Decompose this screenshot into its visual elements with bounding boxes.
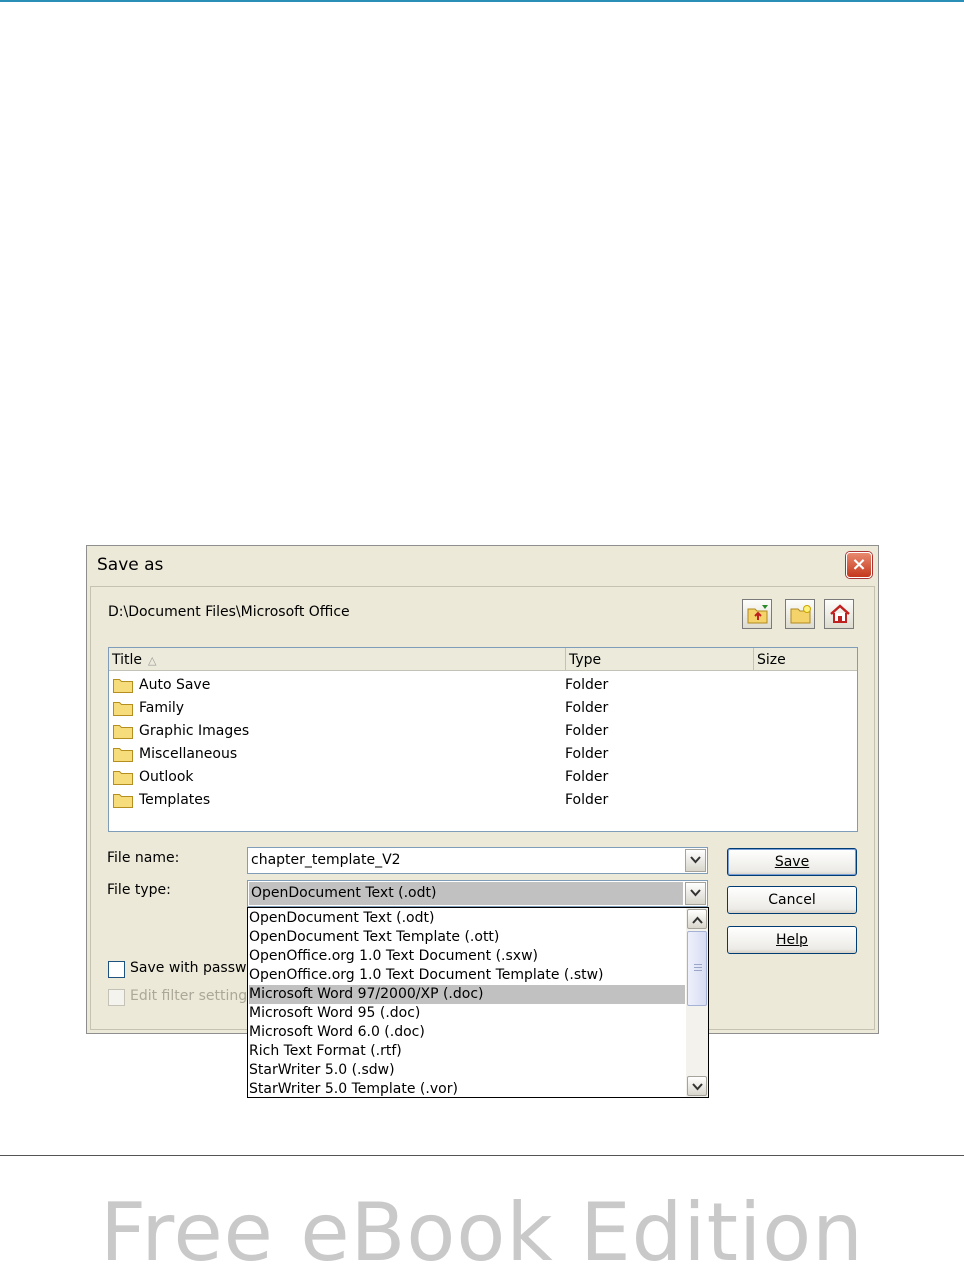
watermark-text: Free eBook Edition — [100, 1186, 864, 1279]
chevron-down-icon — [692, 1083, 703, 1091]
save-with-password-checkbox[interactable] — [108, 961, 125, 978]
scroll-up-button[interactable] — [687, 909, 707, 929]
edit-filter-settings-checkbox — [108, 989, 125, 1006]
file-row[interactable]: Templates Folder — [113, 789, 853, 812]
scroll-thumb[interactable] — [687, 931, 707, 1006]
close-icon: × — [851, 554, 867, 575]
folder-icon — [113, 725, 133, 739]
file-row-name: Miscellaneous — [139, 746, 238, 762]
file-type-value[interactable]: OpenDocument Text (.odt) — [249, 882, 683, 905]
file-row-type: Folder — [565, 792, 609, 808]
file-type-dropdown-list[interactable]: OpenDocument Text (.odt) OpenDocument Tex… — [247, 907, 709, 1098]
file-name-value[interactable]: chapter_template_V2 — [251, 852, 401, 868]
file-type-option[interactable]: StarWriter 5.0 (.sdw) — [249, 1061, 685, 1080]
home-icon — [830, 604, 850, 623]
file-row-type: Folder — [565, 746, 609, 762]
column-header-title[interactable]: Title △ — [109, 648, 566, 671]
save-button-label: Save — [774, 854, 810, 870]
file-type-combobox[interactable]: OpenDocument Text (.odt) — [247, 880, 708, 907]
file-type-option[interactable]: Microsoft Word 6.0 (.doc) — [249, 1023, 685, 1042]
file-row-name: Family — [139, 700, 185, 716]
help-button[interactable]: Help — [727, 926, 857, 954]
file-row-name: Templates — [139, 792, 211, 808]
file-type-option[interactable]: OpenDocument Text (.odt) — [249, 909, 685, 928]
dialog-title: Save as — [97, 555, 164, 575]
file-row-type: Folder — [565, 769, 609, 785]
edit-filter-settings-label: Edit filter settings — [130, 988, 255, 1004]
column-type-label: Type — [569, 652, 602, 668]
folder-up-icon — [747, 605, 768, 624]
footer-rule — [0, 1155, 964, 1156]
folder-icon — [113, 679, 133, 693]
new-folder-icon — [790, 605, 811, 624]
file-type-option[interactable]: Microsoft Word 97/2000/XP (.doc) — [249, 985, 685, 1004]
file-type-label: File type: — [107, 882, 171, 898]
file-row-name: Outlook — [139, 769, 194, 785]
top-rule — [0, 0, 964, 2]
close-button[interactable]: × — [846, 552, 872, 578]
save-with-password-label[interactable]: Save with passwo — [130, 960, 255, 976]
file-type-option[interactable]: OpenOffice.org 1.0 Text Document (.sxw) — [249, 947, 685, 966]
current-path: D:\Document Files\Microsoft Office — [108, 604, 350, 620]
file-name-dropdown-button[interactable] — [685, 849, 706, 872]
file-name-combobox[interactable]: chapter_template_V2 — [247, 847, 708, 874]
file-row-type: Folder — [565, 723, 609, 739]
grip-icon — [694, 964, 702, 972]
file-row[interactable]: Graphic Images Folder — [113, 720, 853, 743]
file-row-type: Folder — [565, 700, 609, 716]
file-row-name: Auto Save — [139, 677, 211, 693]
folder-icon — [113, 771, 133, 785]
cancel-button[interactable]: Cancel — [727, 886, 857, 914]
default-directory-button[interactable] — [824, 599, 854, 629]
up-one-level-button[interactable] — [742, 599, 772, 629]
chevron-up-icon — [692, 916, 703, 924]
scroll-down-button[interactable] — [687, 1076, 707, 1096]
file-row[interactable]: Outlook Folder — [113, 766, 853, 789]
cancel-button-label: Cancel — [768, 892, 816, 908]
chevron-down-icon — [690, 889, 701, 897]
column-header-size[interactable]: Size — [754, 648, 857, 671]
column-size-label: Size — [757, 652, 786, 668]
file-type-option[interactable]: Rich Text Format (.rtf) — [249, 1042, 685, 1061]
file-type-option[interactable]: StarWriter 5.0 Template (.vor) — [249, 1080, 685, 1097]
file-row[interactable]: Family Folder — [113, 697, 853, 720]
file-row-type: Folder — [565, 677, 609, 693]
column-header-type[interactable]: Type — [566, 648, 754, 671]
help-button-label: Help — [776, 932, 808, 948]
file-type-option[interactable]: OpenDocument Text Template (.ott) — [249, 928, 685, 947]
file-row-name: Graphic Images — [139, 723, 250, 739]
chevron-down-icon — [690, 856, 701, 864]
column-title-label: Title — [112, 652, 143, 668]
file-type-option[interactable]: Microsoft Word 95 (.doc) — [249, 1004, 685, 1023]
sort-ascending-icon: △ — [148, 654, 157, 667]
file-row[interactable]: Miscellaneous Folder — [113, 743, 853, 766]
file-name-label: File name: — [107, 850, 180, 866]
save-button[interactable]: Save — [727, 848, 857, 876]
file-type-dropdown-button[interactable] — [685, 882, 706, 905]
file-type-option[interactable]: OpenOffice.org 1.0 Text Document Templat… — [249, 966, 685, 985]
file-row[interactable]: Auto Save Folder — [113, 674, 853, 697]
folder-icon — [113, 794, 133, 808]
folder-icon — [113, 748, 133, 762]
file-list[interactable]: Title △ Type Size Auto Save Folder Family Fo… — [108, 647, 858, 832]
create-new-folder-button[interactable] — [785, 599, 815, 629]
folder-icon — [113, 702, 133, 716]
dropdown-scrollbar[interactable] — [686, 908, 708, 1097]
title-bar[interactable]: Save as × — [87, 546, 878, 586]
